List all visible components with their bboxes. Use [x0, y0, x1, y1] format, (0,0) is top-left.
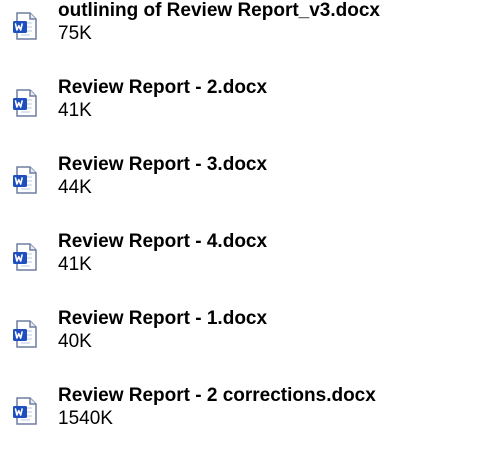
word-document-icon[interactable]	[10, 241, 42, 273]
attachment-item[interactable]: Review Report - 3.docx 44K	[0, 154, 499, 224]
attachment-item[interactable]: Review Report - 2.docx 41K	[0, 77, 499, 147]
attachment-item[interactable]: Review Report - 1.docx 40K	[0, 308, 499, 378]
attachment-filename[interactable]: Review Report - 3.docx	[58, 153, 267, 177]
word-document-icon[interactable]	[10, 87, 42, 119]
attachment-item[interactable]: Review Report - 4.docx 41K	[0, 231, 499, 301]
attachment-size: 40K	[58, 331, 92, 352]
attachment-filename[interactable]: Review Report - 1.docx	[58, 307, 267, 331]
word-document-icon[interactable]	[10, 164, 42, 196]
attachment-filename[interactable]: outlining of Review Report_v3.docx	[58, 0, 380, 23]
attachment-list: outlining of Review Report_v3.docx 75K R…	[0, 0, 499, 460]
attachment-item[interactable]: outlining of Review Report_v3.docx 75K	[0, 0, 499, 70]
word-document-icon[interactable]	[10, 10, 42, 42]
attachment-item[interactable]: Review Report - 2 corrections.docx 1540K	[0, 385, 499, 455]
attachment-filename[interactable]: Review Report - 2.docx	[58, 76, 267, 100]
attachment-size: 41K	[58, 254, 92, 275]
attachment-size: 41K	[58, 100, 92, 121]
attachment-size: 1540K	[58, 408, 113, 429]
attachment-filename[interactable]: Review Report - 2 corrections.docx	[58, 384, 376, 408]
attachment-size: 75K	[58, 23, 92, 44]
attachment-size: 44K	[58, 177, 92, 198]
word-document-icon[interactable]	[10, 395, 42, 427]
attachment-filename[interactable]: Review Report - 4.docx	[58, 230, 267, 254]
word-document-icon[interactable]	[10, 318, 42, 350]
